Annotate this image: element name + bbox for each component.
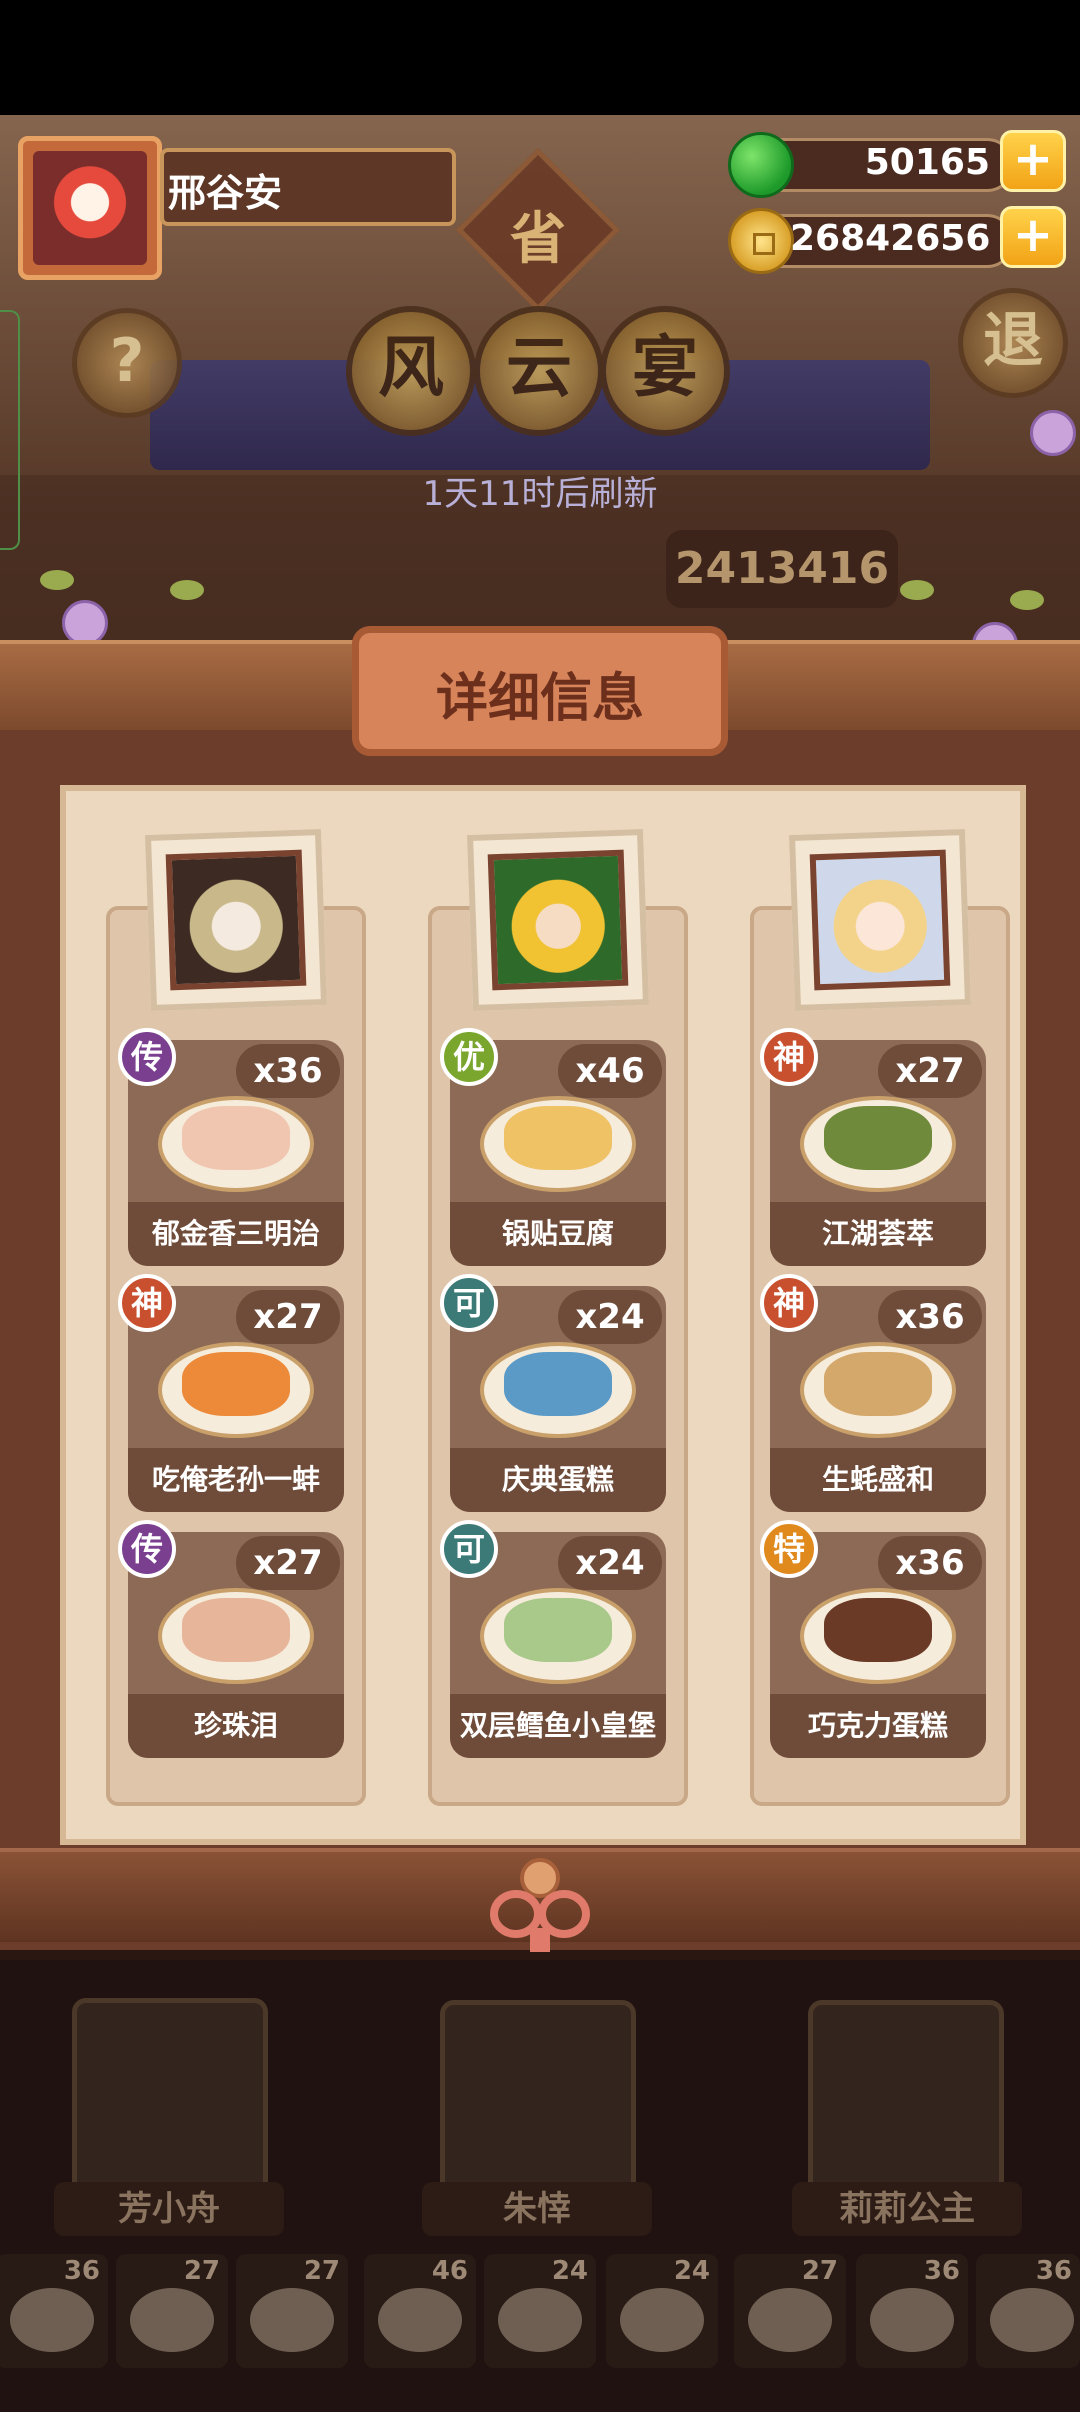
province-seal-label: 省 <box>510 207 566 272</box>
dish-count: x46 <box>558 1044 662 1098</box>
help-button[interactable]: ? <box>72 308 182 418</box>
dish-slot[interactable]: 27 <box>734 2254 846 2368</box>
chef-portrait-2[interactable] <box>466 828 650 1012</box>
dish-name: 吃俺老孙一蚌 <box>128 1448 344 1512</box>
title-char-3: 宴 <box>600 306 730 436</box>
refresh-timer: 1天11时后刷新 <box>422 474 658 514</box>
grade-badge: 神 <box>760 1274 818 1332</box>
grade-badge: 特 <box>760 1520 818 1578</box>
exit-button[interactable]: 退 <box>958 288 1068 398</box>
dish-card[interactable]: 神 x27 吃俺老孙一蚌 <box>118 1274 344 1512</box>
dish-name: 巧克力蛋糕 <box>770 1694 986 1758</box>
dish-card[interactable]: 可 x24 双层鳕鱼小皇堡 <box>440 1520 666 1758</box>
dish-slot[interactable]: 36 <box>0 2254 108 2368</box>
leaf-decoration <box>1010 590 1044 610</box>
title-char-1: 风 <box>346 306 476 436</box>
dish-name: 生蚝盛和 <box>770 1448 986 1512</box>
dish-slot[interactable]: 36 <box>856 2254 968 2368</box>
flower-decoration <box>1030 410 1076 456</box>
dish-card[interactable]: 可 x24 庆典蛋糕 <box>440 1274 666 1512</box>
coin-amount: 26842656 <box>790 218 991 259</box>
leaf-decoration <box>900 580 934 600</box>
detail-title: 详细信息 <box>435 669 644 729</box>
dish-count: x36 <box>878 1290 982 1344</box>
grade-badge: 传 <box>118 1028 176 1086</box>
dish-card[interactable]: 神 x27 江湖荟萃 <box>760 1028 986 1266</box>
grade-badge: 神 <box>760 1028 818 1086</box>
character-name-3: 莉莉公主 <box>792 2182 1022 2236</box>
score-display: 2413416 <box>666 530 898 608</box>
grade-badge: 传 <box>118 1520 176 1578</box>
dish-slot[interactable]: 27 <box>236 2254 348 2368</box>
dish-card[interactable]: 优 x46 锅贴豆腐 <box>440 1028 666 1266</box>
dish-slot[interactable]: 27 <box>116 2254 228 2368</box>
jade-icon <box>728 132 794 198</box>
leaf-decoration <box>40 570 74 590</box>
jade-amount: 50165 <box>864 142 990 183</box>
character-name-1: 芳小舟 <box>54 2182 284 2236</box>
chef-portrait-3[interactable] <box>788 828 972 1012</box>
coin-icon <box>728 208 794 274</box>
dish-slot[interactable]: 46 <box>364 2254 476 2368</box>
dish-card[interactable]: 传 x36 郁金香三明治 <box>118 1028 344 1266</box>
dish-name: 珍珠泪 <box>128 1694 344 1758</box>
dish-slot[interactable]: 36 <box>976 2254 1080 2368</box>
side-panel-edge <box>0 310 20 550</box>
add-jade-button[interactable]: + <box>1000 130 1066 192</box>
player-name: 邢谷安 <box>168 171 283 215</box>
grade-badge: 可 <box>440 1520 498 1578</box>
dish-card[interactable]: 传 x27 珍珠泪 <box>118 1520 344 1758</box>
chef-portrait-1[interactable] <box>144 828 328 1012</box>
dish-slot[interactable]: 24 <box>484 2254 596 2368</box>
leaf-decoration <box>170 580 204 600</box>
dish-count: x27 <box>878 1044 982 1098</box>
dish-card[interactable]: 特 x36 巧克力蛋糕 <box>760 1520 986 1758</box>
character-card-3[interactable] <box>808 2000 1004 2210</box>
dish-name: 锅贴豆腐 <box>450 1202 666 1266</box>
title-char-2: 云 <box>474 306 604 436</box>
dish-name: 庆典蛋糕 <box>450 1448 666 1512</box>
dish-count: x24 <box>558 1536 662 1590</box>
character-card-2[interactable] <box>440 2000 636 2210</box>
grade-badge: 神 <box>118 1274 176 1332</box>
dish-count: x27 <box>236 1536 340 1590</box>
dish-name: 江湖荟萃 <box>770 1202 986 1266</box>
player-avatar[interactable] <box>18 136 162 280</box>
character-card-1[interactable] <box>72 1998 268 2208</box>
grade-badge: 优 <box>440 1028 498 1086</box>
dish-count: x24 <box>558 1290 662 1344</box>
dish-count: x36 <box>878 1536 982 1590</box>
dish-count: x27 <box>236 1290 340 1344</box>
dish-card[interactable]: 神 x36 生蚝盛和 <box>760 1274 986 1512</box>
character-name-2: 朱悻 <box>422 2182 652 2236</box>
add-coins-button[interactable]: + <box>1000 206 1066 268</box>
dish-name: 郁金香三明治 <box>128 1202 344 1266</box>
dish-slot[interactable]: 24 <box>606 2254 718 2368</box>
dish-name: 双层鳕鱼小皇堡 <box>450 1694 666 1758</box>
dish-count: x36 <box>236 1044 340 1098</box>
grade-badge: 可 <box>440 1274 498 1332</box>
